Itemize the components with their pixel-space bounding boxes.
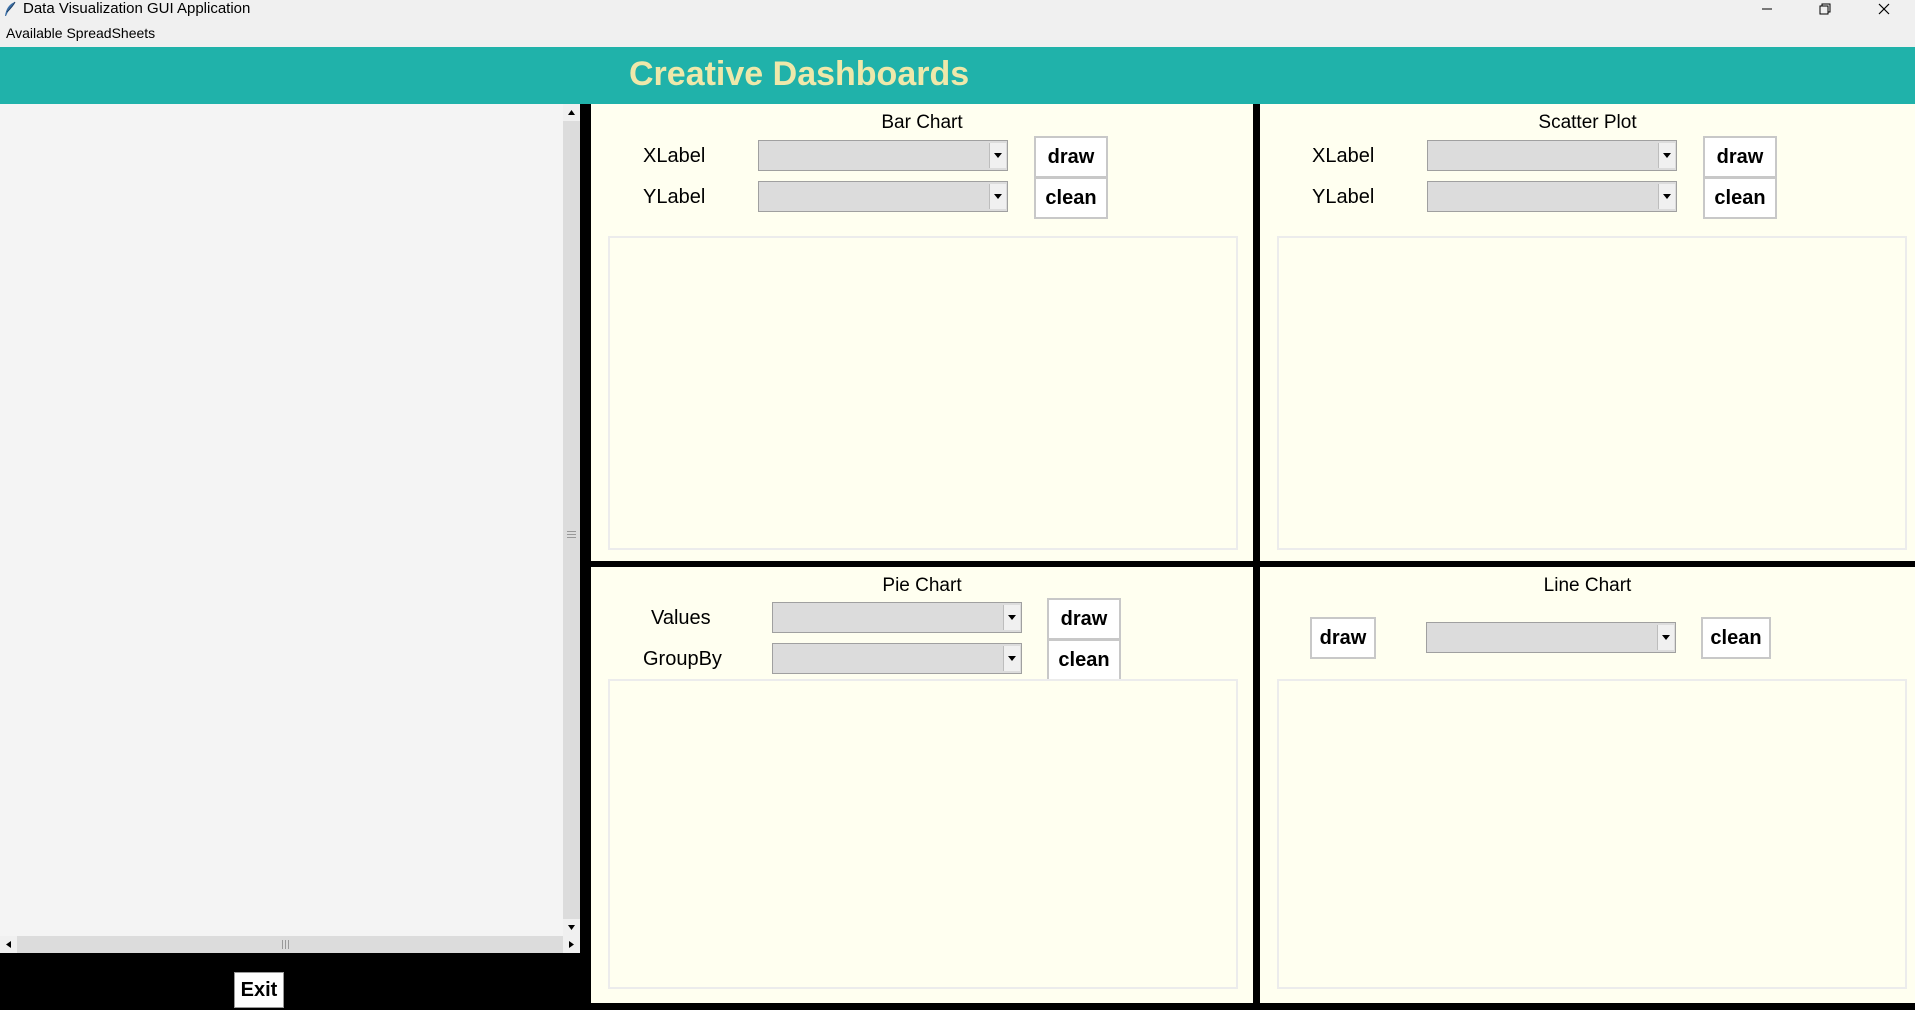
scroll-right-button[interactable] [563, 936, 580, 953]
chevron-down-icon[interactable] [1658, 184, 1675, 209]
exit-button[interactable]: Exit [234, 972, 284, 1008]
scroll-up-button[interactable] [563, 104, 580, 121]
arrow-right-icon [569, 941, 574, 948]
scatter-xlabel-label: XLabel [1312, 145, 1375, 167]
vertical-scrollbar[interactable] [563, 104, 580, 936]
scatter-ylabel-combobox[interactable] [1427, 181, 1677, 212]
vertical-scroll-grip[interactable] [567, 529, 576, 538]
pie-chart-title: Pie Chart [882, 575, 962, 596]
pie-clean-button[interactable]: clean [1047, 639, 1121, 681]
line-clean-button[interactable]: clean [1701, 617, 1771, 659]
line-draw-button[interactable]: draw [1310, 617, 1376, 659]
app-title: Creative Dashboards [629, 55, 970, 93]
horizontal-scrollbar[interactable] [0, 936, 580, 953]
line-chart-panel: Line Chart draw clean [1260, 567, 1915, 1003]
bar-chart-panel: Bar Chart XLabel draw YLabel clean [591, 104, 1253, 561]
feather-icon [3, 1, 17, 17]
restore-icon [1819, 3, 1831, 15]
pie-values-label: Values [651, 607, 711, 629]
bar-draw-button[interactable]: draw [1034, 136, 1108, 178]
bar-clean-button[interactable]: clean [1034, 177, 1108, 219]
line-chart-canvas[interactable] [1277, 679, 1907, 989]
app-header: Creative Dashboards [0, 47, 1915, 104]
chevron-down-icon[interactable] [1003, 646, 1020, 671]
scatter-ylabel-label: YLabel [1312, 186, 1375, 208]
scatter-clean-button[interactable]: clean [1703, 177, 1777, 219]
scatter-plot-panel: Scatter Plot XLabel draw YLabel clean [1260, 104, 1915, 561]
scatter-plot-title: Scatter Plot [1538, 112, 1637, 133]
minimize-button[interactable] [1738, 0, 1796, 18]
arrow-up-icon [568, 110, 575, 115]
horizontal-scroll-grip[interactable] [282, 940, 291, 949]
horizontal-scroll-track[interactable] [17, 936, 563, 953]
chevron-down-icon[interactable] [1658, 143, 1675, 168]
restore-button[interactable] [1796, 0, 1854, 18]
chevron-down-icon[interactable] [1003, 605, 1020, 630]
title-bar: Data Visualization GUI Application [0, 0, 1915, 18]
bar-xlabel-label: XLabel [643, 145, 706, 167]
bar-chart-title: Bar Chart [881, 112, 963, 133]
minimize-icon [1762, 8, 1772, 10]
arrow-left-icon [6, 941, 11, 948]
bar-chart-canvas[interactable] [608, 236, 1238, 550]
vertical-scroll-track[interactable] [563, 121, 580, 919]
arrow-down-icon [568, 925, 575, 930]
line-chart-title: Line Chart [1543, 575, 1632, 596]
close-button[interactable] [1855, 0, 1913, 18]
chevron-down-icon[interactable] [989, 184, 1006, 209]
bar-ylabel-label: YLabel [643, 186, 706, 208]
scatter-draw-button[interactable]: draw [1703, 136, 1777, 178]
bar-ylabel-combobox[interactable] [758, 181, 1008, 212]
pie-groupby-combobox[interactable] [772, 643, 1022, 674]
scatter-plot-canvas[interactable] [1277, 236, 1907, 550]
scroll-left-button[interactable] [0, 936, 17, 953]
close-icon [1878, 3, 1890, 15]
pie-chart-panel: Pie Chart Values draw GroupBy clean [591, 567, 1253, 1003]
pie-draw-button[interactable]: draw [1047, 598, 1121, 640]
spreadsheet-pane [0, 104, 563, 936]
scatter-xlabel-combobox[interactable] [1427, 140, 1677, 171]
menu-bar: Available SpreadSheets [0, 18, 1915, 47]
pie-chart-canvas[interactable] [608, 679, 1238, 989]
chevron-down-icon[interactable] [989, 143, 1006, 168]
chevron-down-icon[interactable] [1657, 625, 1674, 650]
bar-xlabel-combobox[interactable] [758, 140, 1008, 171]
window-title: Data Visualization GUI Application [23, 0, 251, 17]
pie-values-combobox[interactable] [772, 602, 1022, 633]
pie-groupby-label: GroupBy [643, 648, 722, 670]
line-column-combobox[interactable] [1426, 622, 1676, 653]
menu-available-spreadsheets[interactable]: Available SpreadSheets [6, 25, 155, 41]
scroll-down-button[interactable] [563, 919, 580, 936]
